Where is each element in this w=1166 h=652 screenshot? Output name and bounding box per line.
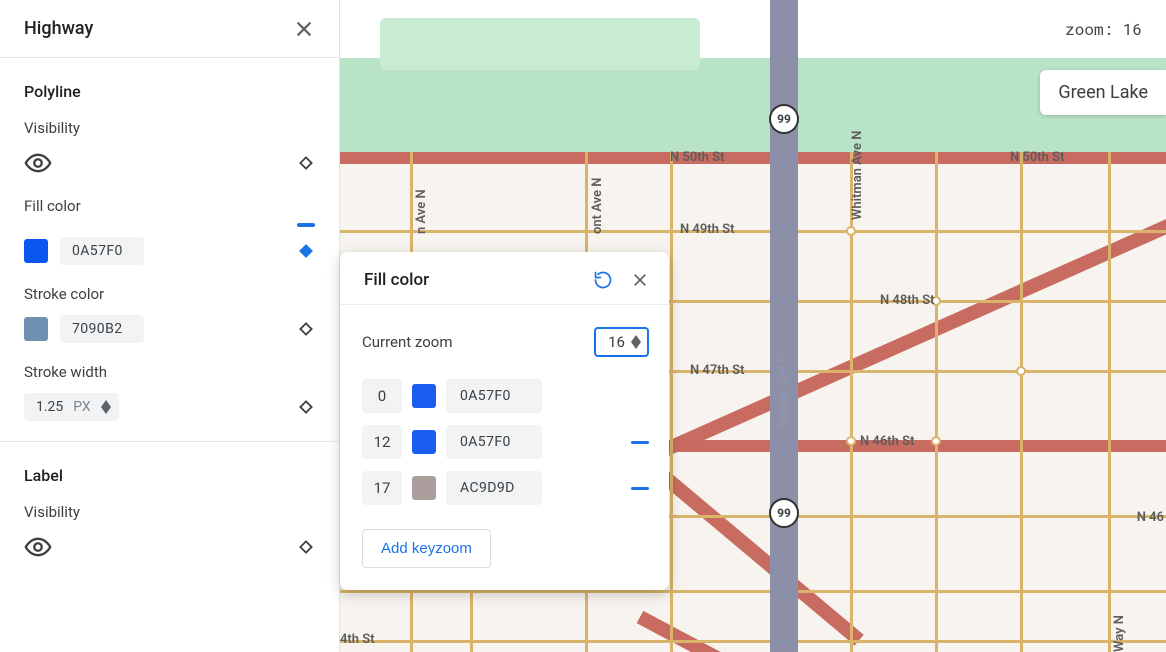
stroke-color-hex[interactable]: 7090B2 — [60, 315, 144, 343]
intersection-dot — [846, 226, 856, 236]
keyzoom-row: 17 AC9D9D — [362, 471, 649, 505]
intersection-dot — [931, 436, 941, 446]
section-divider — [0, 441, 339, 442]
sidebar: Highway Polyline Visibility — [0, 0, 340, 652]
road-highway — [770, 0, 798, 652]
street-label: N 50th St — [670, 150, 724, 165]
intersection-dot — [1016, 366, 1026, 376]
eye-icon[interactable] — [24, 533, 52, 561]
keyzoom-line-icon[interactable] — [631, 487, 649, 490]
popover-body: Current zoom 16 0 0A57F0 12 0A57F0 17 — [340, 305, 669, 590]
street-label: 4th St — [340, 632, 375, 647]
stroke-color-swatch[interactable] — [24, 317, 48, 341]
fill-color-line-icon — [297, 223, 315, 227]
section-polyline-title: Polyline — [24, 82, 315, 101]
street-label: Way N — [1112, 615, 1127, 652]
sidebar-title: Highway — [24, 18, 93, 39]
street-label: Whitman Ave N — [850, 131, 865, 220]
current-zoom-label: Current zoom — [362, 333, 453, 351]
fill-color-label: Fill color — [24, 197, 315, 215]
sidebar-header: Highway — [0, 0, 339, 58]
zoom-value: 16 — [1123, 19, 1142, 40]
street-label: N 48th St — [880, 293, 934, 308]
visibility-label: Visibility — [24, 119, 315, 137]
road-minor — [340, 590, 1166, 593]
place-label[interactable]: Green Lake — [1040, 70, 1166, 115]
keyzoom-hex[interactable]: 0A57F0 — [446, 379, 542, 413]
stepper-icon[interactable] — [631, 335, 641, 349]
add-keyzoom-label: Add keyzoom — [381, 540, 472, 557]
route-shield: 99 — [769, 104, 799, 134]
stroke-width-unit: PX — [73, 399, 90, 415]
road-minor — [1108, 152, 1111, 652]
current-zoom-value: 16 — [608, 333, 625, 351]
park-area-inner — [380, 18, 700, 70]
stroke-width-input[interactable]: 1.25 PX — [24, 393, 119, 421]
road-arterial-diag — [656, 468, 864, 646]
keyzoom-swatch[interactable] — [412, 384, 436, 408]
keyzoom-level[interactable]: 0 — [362, 379, 402, 413]
section-label-title: Label — [24, 466, 315, 485]
route-shield: 99 — [769, 498, 799, 528]
keyzoom-level[interactable]: 12 — [362, 425, 402, 459]
road-minor — [1020, 152, 1023, 652]
street-label: n Ave N — [414, 189, 429, 234]
intersection-dot — [846, 436, 856, 446]
visibility-label-2: Visibility — [24, 503, 315, 521]
keyzoom-line-icon[interactable] — [631, 441, 649, 444]
keyzoom-diamond-icon[interactable] — [297, 538, 315, 556]
keyzoom-level[interactable]: 17 — [362, 471, 402, 505]
keyzoom-swatch[interactable] — [412, 476, 436, 500]
keyzoom-row: 12 0A57F0 — [362, 425, 649, 459]
road-minor — [340, 640, 1166, 643]
close-icon[interactable] — [293, 18, 315, 40]
keyzoom-hex[interactable]: AC9D9D — [446, 471, 542, 505]
keyzoom-diamond-active-icon[interactable] — [297, 242, 315, 260]
popover-header: Fill color — [340, 252, 669, 305]
route-number: 99 — [777, 112, 791, 126]
street-label: ont Ave N — [590, 178, 605, 234]
reset-icon[interactable] — [593, 270, 613, 290]
fill-color-hex[interactable]: 0A57F0 — [60, 237, 144, 265]
street-label: N 46th St — [860, 434, 914, 449]
keyzoom-swatch[interactable] — [412, 430, 436, 454]
street-label: N 50th St — [1010, 150, 1064, 165]
street-label: N 46 — [1137, 510, 1164, 525]
keyzoom-hex[interactable]: 0A57F0 — [446, 425, 542, 459]
eye-icon[interactable] — [24, 149, 52, 177]
stepper-icon[interactable] — [101, 400, 111, 414]
route-number: 99 — [777, 506, 791, 520]
fill-color-swatch[interactable] — [24, 239, 48, 263]
road-minor — [670, 152, 673, 652]
close-icon[interactable] — [631, 271, 649, 289]
stroke-width-value: 1.25 — [36, 399, 63, 415]
street-label-aurora: Aurora Ave N — [776, 354, 791, 430]
popover-title: Fill color — [364, 270, 429, 290]
sidebar-body: Polyline Visibility Fill color — [0, 58, 339, 605]
street-label: N 49th St — [680, 222, 734, 237]
keyzoom-diamond-icon[interactable] — [297, 320, 315, 338]
add-keyzoom-button[interactable]: Add keyzoom — [362, 529, 491, 568]
zoom-label: zoom: — [1065, 19, 1113, 40]
keyzoom-diamond-icon[interactable] — [297, 398, 315, 416]
stroke-width-label: Stroke width — [24, 363, 315, 381]
keyzoom-diamond-icon[interactable] — [297, 154, 315, 172]
current-zoom-input[interactable]: 16 — [594, 327, 649, 357]
keyzoom-row: 0 0A57F0 — [362, 379, 649, 413]
stroke-color-label: Stroke color — [24, 285, 315, 303]
road-arterial-diag — [637, 170, 1166, 468]
fill-color-popover: Fill color Current zoom 16 — [340, 252, 669, 590]
road-minor — [340, 230, 1166, 233]
road-minor — [935, 152, 938, 652]
street-label: N 47th St — [690, 363, 744, 378]
